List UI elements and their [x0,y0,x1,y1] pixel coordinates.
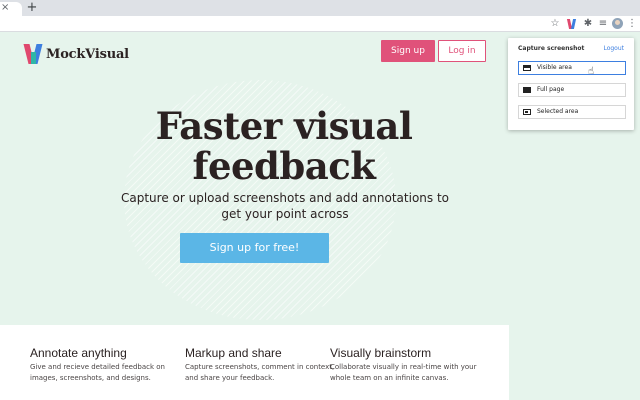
hero-title: Faster visual feedback [155,104,413,188]
selected-area-icon [523,109,531,115]
logo[interactable]: MockVisual [23,42,129,66]
features-section: Annotate anything Give and recieve detai… [0,325,509,400]
capture-full-page-button[interactable]: Full page [518,83,626,97]
close-tab-icon[interactable]: × [1,1,9,15]
visible-area-icon [523,65,531,71]
login-button[interactable]: Log in [438,40,486,62]
feature-text: Capture screenshots, comment in context,… [185,363,335,382]
puzzle-icon[interactable]: ✱ [582,17,594,31]
new-tab-button[interactable]: + [26,0,38,16]
feature-annotate: Annotate anything Give and recieve detai… [30,346,180,384]
capture-visible-area-button[interactable]: Visible area [518,61,626,75]
popup-title: Capture screenshot [518,45,585,52]
capture-selected-area-button[interactable]: Selected area [518,105,626,119]
feature-text: Collaborate visually in real-time with y… [330,363,477,382]
hand-cursor-icon: ☝ [588,66,595,77]
option-label: Full page [537,86,565,93]
queue-icon[interactable]: ≡ [597,17,609,31]
feature-title: Annotate anything [30,346,127,360]
logo-text: MockVisual [46,46,129,62]
feature-title: Visually brainstorm [330,346,432,360]
signup-free-button[interactable]: Sign up for free! [180,233,329,263]
star-icon[interactable]: ☆ [549,17,561,31]
feature-markup: Markup and share Capture screenshots, co… [185,346,335,384]
logout-link[interactable]: Logout [603,45,624,53]
option-label: Visible area [537,64,572,71]
menu-icon[interactable]: ⋮ [626,17,638,31]
signup-button[interactable]: Sign up [381,40,435,62]
logo-icon [23,44,43,64]
option-label: Selected area [537,108,579,115]
browser-tab[interactable]: × [0,2,22,16]
browser-toolbar: ☆ ✱ ≡ ⋮ [0,16,640,32]
feature-text: Give and recieve detailed feedback on im… [30,363,165,382]
hero-subtitle: Capture or upload screenshots and add an… [120,191,450,221]
capture-popup: Capture screenshot Logout Visible area F… [508,38,634,130]
tab-strip: × + [0,0,640,16]
mockvisual-extension-icon[interactable] [566,19,577,29]
full-page-icon [523,87,531,93]
feature-brainstorm: Visually brainstorm Collaborate visually… [330,346,480,384]
feature-title: Markup and share [185,346,282,360]
profile-avatar[interactable] [612,18,623,29]
